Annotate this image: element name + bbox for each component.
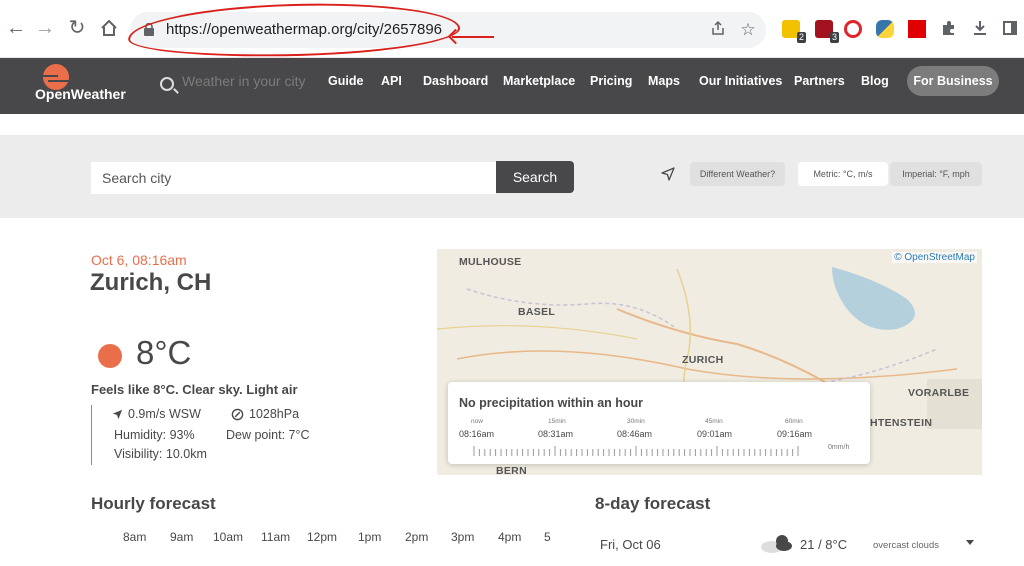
home-icon[interactable] xyxy=(97,16,121,40)
offset-now: now xyxy=(471,418,483,425)
time-15min: 08:31am xyxy=(538,429,574,439)
nav-api[interactable]: API xyxy=(381,74,402,88)
site-header: OpenWeather Weather in your city Guide A… xyxy=(0,58,1024,114)
map-label-liechtenstein: HTENSTEIN xyxy=(870,417,933,429)
clear-sky-icon xyxy=(98,344,122,368)
download-icon[interactable] xyxy=(968,16,992,40)
nav-blog[interactable]: Blog xyxy=(861,74,889,88)
puzzle-icon[interactable] xyxy=(937,16,961,40)
back-icon[interactable]: ← xyxy=(4,16,28,40)
search-section: Search city Search Different Weather? Me… xyxy=(0,135,1024,218)
current-temperature: 8°C xyxy=(136,334,192,371)
offset-45min: 45min xyxy=(705,418,723,425)
extension-icon-5[interactable] xyxy=(908,20,926,38)
wind-value: 0.9m/s WSW xyxy=(128,407,201,421)
map-credit-link[interactable]: © OpenStreetMap xyxy=(892,252,977,263)
city-search-input[interactable]: Search city xyxy=(91,162,496,194)
visibility-value: Visibility: 10.0km xyxy=(114,447,207,461)
hourly-forecast-title: Hourly forecast xyxy=(91,494,216,513)
offset-60min: 60min xyxy=(785,418,803,425)
precipitation-card: No precipitation within an hour now 15mi… xyxy=(448,382,870,464)
extension-icon-1[interactable]: 2 xyxy=(782,20,806,43)
day-date: Fri, Oct 06 xyxy=(600,537,661,552)
current-datetime: Oct 6, 08:16am xyxy=(91,252,187,268)
daily-forecast-title: 8-day forecast xyxy=(595,494,711,513)
header-search-input[interactable]: Weather in your city xyxy=(182,73,305,89)
reload-icon[interactable]: ↻ xyxy=(65,16,89,40)
map-label-vorarlberg: VORARLBE xyxy=(908,387,970,399)
logo-text: OpenWeather xyxy=(35,86,126,102)
precipitation-title: No precipitation within an hour xyxy=(459,396,644,410)
map-label-basel: BASEL xyxy=(518,306,556,318)
nav-guide[interactable]: Guide xyxy=(328,74,363,88)
hour-label: 4pm xyxy=(498,530,522,544)
map-label-zurich: ZURICH xyxy=(682,354,724,366)
weather-details: 0.9m/s WSW 1028hPa Humidity: 93% Dew poi… xyxy=(91,405,351,465)
hour-label: 11am xyxy=(261,530,291,544)
day-temperature: 21 / 8°C xyxy=(800,537,848,552)
hour-label: 9am xyxy=(170,530,194,544)
side-panel-icon[interactable] xyxy=(998,16,1022,40)
dew-point-value: Dew point: 7°C xyxy=(226,428,310,442)
hour-label: 10am xyxy=(213,530,244,544)
search-icon[interactable] xyxy=(160,77,174,91)
python-extension-icon[interactable] xyxy=(876,20,894,38)
chevron-down-icon[interactable] xyxy=(966,540,974,545)
extension-icon-3[interactable] xyxy=(844,20,862,38)
forward-icon[interactable]: → xyxy=(33,16,57,40)
extension-icon-2[interactable]: 3 xyxy=(815,20,839,43)
time-60min: 09:16am xyxy=(777,429,813,439)
nav-marketplace[interactable]: Marketplace xyxy=(503,74,575,88)
precipitation-timeline xyxy=(473,446,799,456)
map-label-mulhouse: MULHOUSE xyxy=(459,256,522,268)
weather-summary: Feels like 8°C. Clear sky. Light air xyxy=(91,382,298,397)
nav-maps[interactable]: Maps xyxy=(648,74,680,88)
time-now: 08:16am xyxy=(459,429,495,439)
bookmark-star-icon[interactable]: ☆ xyxy=(738,20,758,40)
precipitation-unit: 0mm/h xyxy=(828,444,850,451)
humidity-value: Humidity: 93% xyxy=(114,428,195,442)
for-business-button[interactable]: For Business xyxy=(907,66,999,96)
share-icon[interactable] xyxy=(708,20,728,40)
nav-pricing[interactable]: Pricing xyxy=(590,74,632,88)
search-button[interactable]: Search xyxy=(496,161,574,193)
city-name: Zurich, CH xyxy=(90,269,212,296)
hour-label: 5 xyxy=(544,530,551,544)
nav-dashboard[interactable]: Dashboard xyxy=(423,74,488,88)
hour-label: 8am xyxy=(123,530,147,544)
metric-toggle[interactable]: Metric: °C, m/s xyxy=(798,162,888,186)
offset-15min: 15min xyxy=(548,418,566,425)
annotation-arrow xyxy=(452,36,494,38)
day-description: overcast clouds xyxy=(873,540,940,551)
hour-label: 3pm xyxy=(451,530,475,544)
time-45min: 09:01am xyxy=(697,429,733,439)
hour-label: 1pm xyxy=(358,530,382,544)
browser-toolbar: ← → ↻ https://openweathermap.org/city/26… xyxy=(0,0,1024,61)
time-30min: 08:46am xyxy=(617,429,653,439)
hour-label: 2pm xyxy=(405,530,429,544)
offset-30min: 30min xyxy=(627,418,645,425)
pressure-value: 1028hPa xyxy=(249,407,300,421)
nav-our-initiatives[interactable]: Our Initiatives xyxy=(699,74,782,88)
location-arrow-icon[interactable] xyxy=(660,166,676,182)
annotation-circle xyxy=(127,0,461,61)
different-weather-button[interactable]: Different Weather? xyxy=(690,162,785,186)
hour-label: 12pm xyxy=(307,530,338,544)
imperial-toggle[interactable]: Imperial: °F, mph xyxy=(890,162,982,186)
wind-direction-icon xyxy=(112,409,123,420)
overcast-clouds-icon xyxy=(761,535,792,553)
map-label-bern: BERN xyxy=(496,465,527,475)
nav-partners[interactable]: Partners xyxy=(794,74,845,88)
pressure-icon xyxy=(231,408,244,421)
